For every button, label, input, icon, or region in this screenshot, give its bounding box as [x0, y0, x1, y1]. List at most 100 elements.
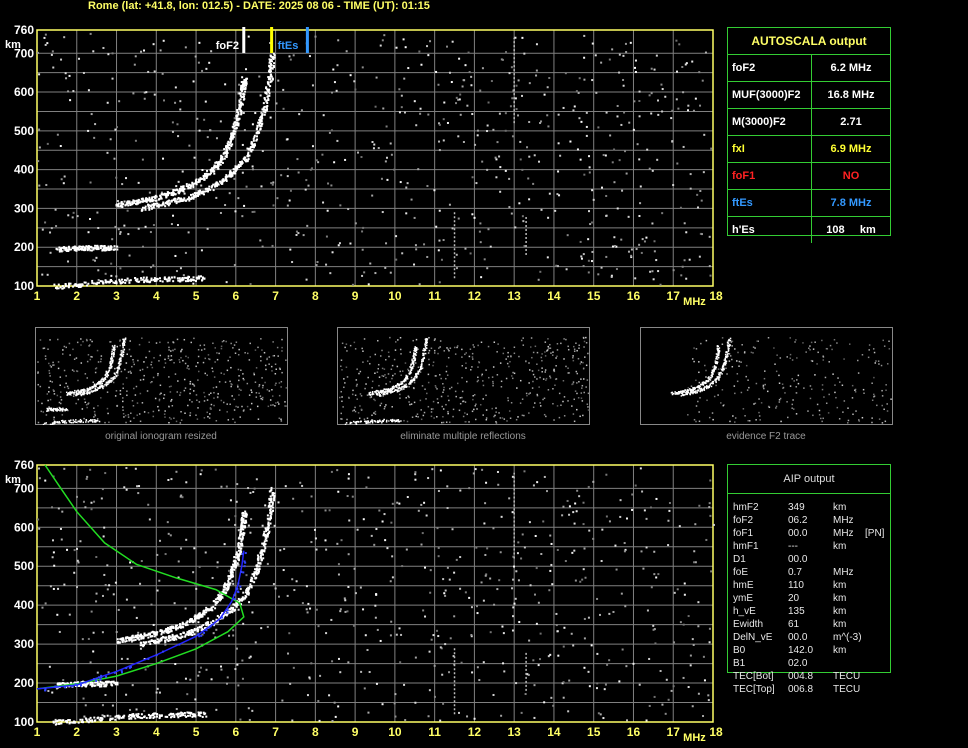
thumbnail-trace	[85, 421, 87, 423]
noise-dot	[357, 151, 360, 154]
thumbnail-noise	[120, 370, 123, 373]
noise-dot	[625, 665, 628, 668]
noise-dot	[167, 478, 170, 481]
thumbnail-noise	[238, 388, 241, 391]
noise-dot	[451, 227, 454, 230]
noise-dot	[243, 129, 246, 132]
thumbnail-noise	[251, 391, 253, 394]
aip-row: ymE 20 km	[728, 593, 890, 606]
noise-dot	[52, 551, 55, 554]
noise-dot	[496, 141, 499, 144]
aip-row: Ewidth 61 km	[728, 619, 890, 632]
noise-dot	[58, 630, 61, 633]
noise-dot	[448, 71, 451, 74]
thumbnail-trace	[93, 389, 96, 392]
noise-dot	[475, 546, 478, 549]
noise-dot	[536, 481, 539, 484]
noise-dot	[672, 685, 675, 688]
thumbnail-trace	[67, 392, 70, 394]
noise-dot	[640, 251, 643, 254]
noise-dot	[237, 529, 240, 532]
trace-dot	[181, 626, 184, 629]
thumbnail-noise	[77, 379, 79, 382]
trace-dot	[240, 544, 243, 547]
noise-dot	[676, 588, 679, 591]
trace-dot	[245, 81, 248, 84]
noise-dot	[423, 566, 426, 569]
x-tick-label: 2	[73, 289, 80, 303]
noise-dot	[510, 212, 513, 215]
trace-dot	[185, 183, 188, 186]
trace-dot	[222, 588, 225, 591]
thumbnail-noise	[57, 361, 60, 363]
noise-dot	[605, 473, 608, 476]
aip-value: 61	[788, 619, 800, 630]
thumbnail-noise	[141, 368, 144, 371]
trace-dot	[261, 114, 264, 117]
noise-dot	[373, 143, 376, 146]
noise-dot	[104, 584, 107, 587]
noise-dot	[651, 270, 654, 273]
trace-dot	[201, 715, 204, 718]
noise-dot	[266, 562, 269, 565]
noise-dot	[599, 713, 602, 716]
noise-dot	[414, 244, 417, 247]
trace-dot	[230, 571, 233, 574]
noise-dot	[400, 94, 403, 97]
noise-dot	[660, 83, 663, 86]
trace-dot	[166, 638, 169, 641]
aip-row: hmF1 --- km	[728, 541, 890, 554]
noise-dot	[363, 687, 366, 690]
trace-dot	[201, 627, 204, 630]
noise-dot	[496, 588, 499, 591]
trace-dot	[70, 248, 73, 251]
noise-dot	[345, 50, 348, 53]
noise-dot	[339, 610, 342, 613]
trace-dot	[144, 208, 147, 211]
trace-dot	[126, 636, 129, 639]
aip-profile-dot	[95, 679, 98, 682]
noise-dot	[613, 181, 616, 184]
trace-dot	[159, 204, 162, 207]
noise-dot	[504, 112, 507, 115]
thumbnail-trace	[111, 355, 113, 358]
noise-dot	[188, 144, 191, 147]
noise-dot	[274, 587, 277, 590]
noise-dot	[470, 634, 473, 637]
autoscala-param-value: 7.8 MHz	[830, 197, 872, 209]
trace-dot	[269, 489, 272, 492]
trace-dot	[115, 203, 118, 206]
noise-dot	[77, 561, 80, 564]
noise-dot	[250, 518, 253, 521]
noise-dot	[236, 483, 239, 486]
noise-dot	[708, 265, 711, 268]
trace-dot	[67, 250, 70, 253]
thumbnail-noise	[100, 397, 102, 399]
trace-dot	[240, 81, 243, 84]
x-axis-unit: MHz	[683, 296, 706, 308]
thumbnail-noise	[188, 368, 190, 370]
aip-value: 004.8	[788, 671, 814, 682]
noise-dot	[286, 175, 289, 178]
thumbnail-noise	[234, 421, 236, 424]
thumbnail-noise	[159, 384, 162, 387]
trace-dot	[237, 545, 240, 548]
trace-dot	[144, 199, 147, 202]
trace-dot	[151, 630, 154, 633]
noise-dot	[503, 670, 506, 673]
noise-dot	[204, 551, 207, 554]
thumbnail-trace	[49, 407, 51, 410]
noise-dot	[130, 566, 133, 569]
thumbnail-noise	[143, 361, 145, 363]
thumbnail-noise	[260, 338, 262, 340]
trace-dot	[193, 633, 196, 636]
noise-dot	[247, 487, 250, 490]
autoscala-param-name: ftEs	[728, 190, 812, 216]
trace-dot	[133, 714, 136, 717]
noise-dot	[143, 97, 146, 100]
thumbnail-trace	[122, 341, 125, 343]
trace-dot	[137, 712, 140, 715]
aip-unit: MHz	[833, 528, 854, 539]
thumbnail-trace	[88, 392, 90, 394]
trace-dot	[140, 713, 143, 716]
